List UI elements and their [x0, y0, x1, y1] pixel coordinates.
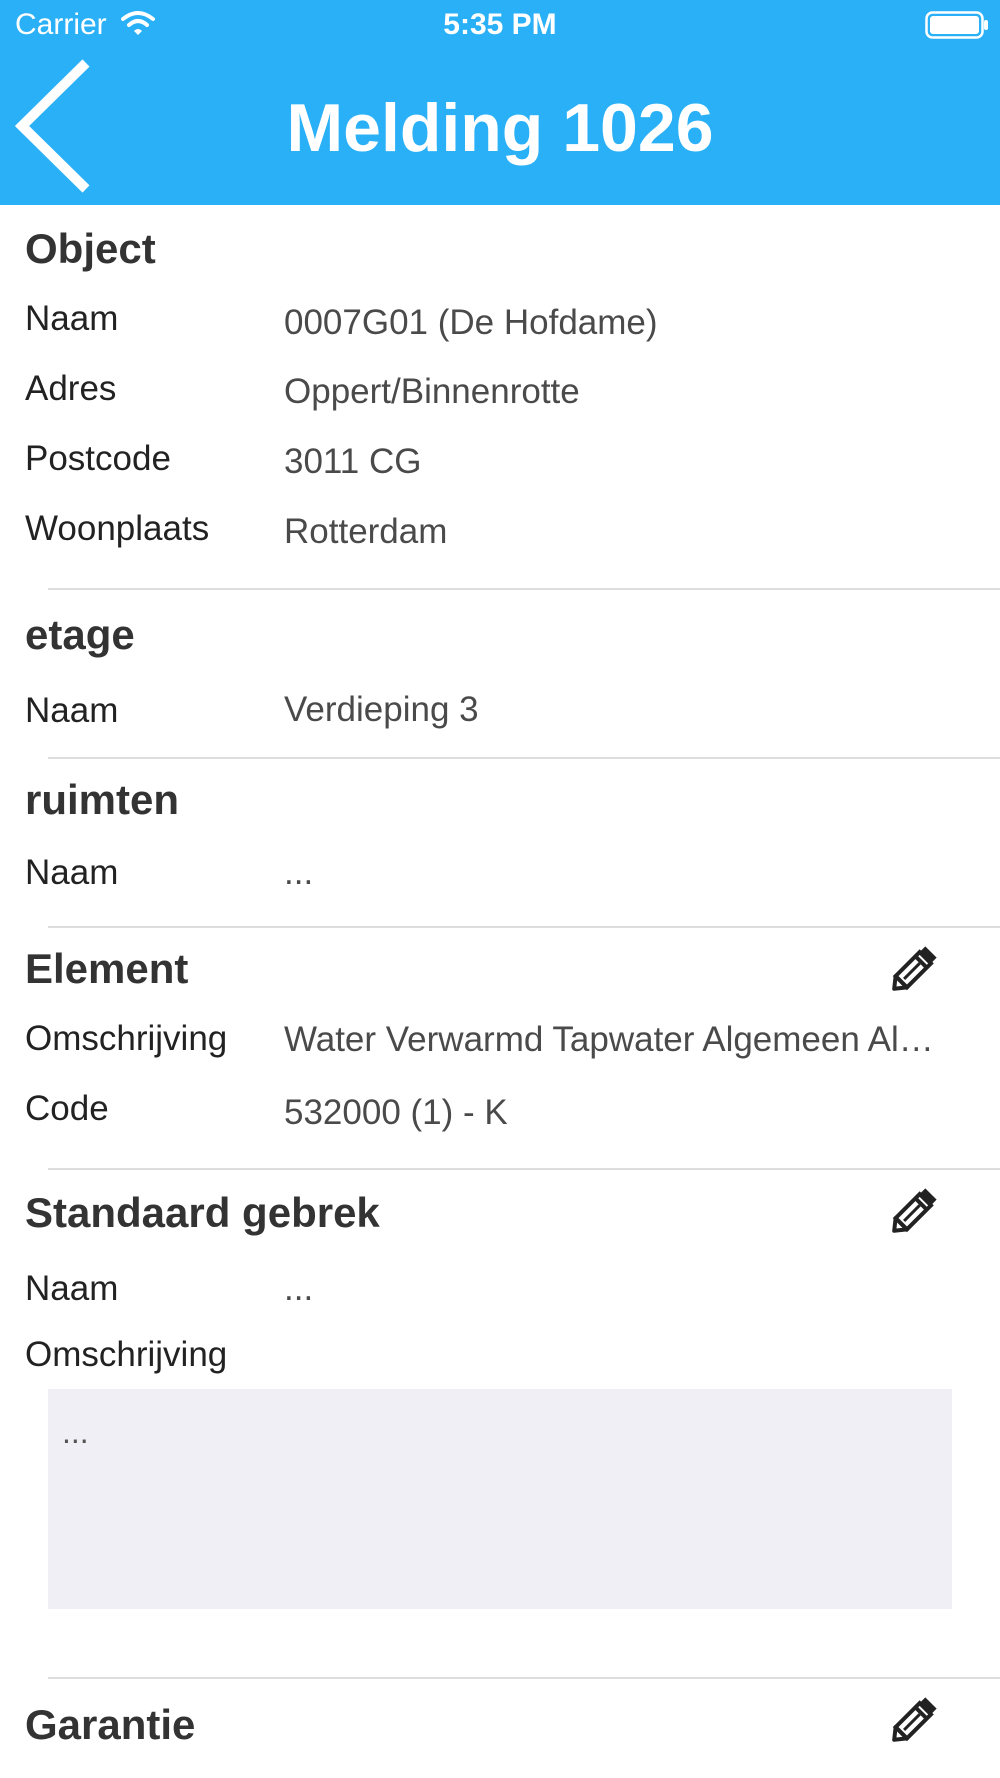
section-title-element: Element	[25, 945, 189, 992]
section-title-standaard-gebrek: Standaard gebrek	[25, 1189, 380, 1236]
battery-icon	[925, 11, 989, 39]
object-woonplaats-label: Woonplaats	[25, 509, 210, 548]
object-naam-value: 0007G01 (De Hofdame)	[284, 303, 658, 342]
ruimten-naam-label: Naam	[25, 853, 119, 892]
element-omschrijving-value: Water Verwarmd Tapwater Algemeen Al…	[284, 1020, 934, 1059]
section-title-ruimten: ruimten	[25, 776, 180, 823]
pencil-icon	[892, 946, 937, 991]
ruimten-naam-value: ...	[284, 853, 314, 892]
edit-element-button[interactable]	[884, 939, 944, 999]
object-postcode-label: Postcode	[25, 439, 171, 478]
divider	[48, 757, 1000, 759]
object-adres-label: Adres	[25, 369, 117, 408]
section-title-etage: etage	[25, 611, 135, 658]
standaard-gebrek-naam-label: Naam	[25, 1269, 119, 1308]
element-code-label: Code	[25, 1089, 109, 1128]
object-adres-value: Oppert/Binnenrotte	[284, 372, 580, 411]
omschrijving-textarea[interactable]: ...	[48, 1389, 952, 1609]
object-woonplaats-value: Rotterdam	[284, 512, 448, 551]
etage-naam-label: Naam	[25, 691, 119, 730]
etage-naam-value: Verdieping 3	[284, 690, 479, 729]
standaard-gebrek-naam-value: ...	[284, 1269, 314, 1308]
divider	[48, 588, 1000, 590]
divider	[48, 1168, 1000, 1170]
divider	[48, 926, 1000, 928]
pencil-icon	[892, 1697, 937, 1742]
object-postcode-value: 3011 CG	[284, 442, 422, 481]
object-naam-label: Naam	[25, 299, 119, 338]
edit-garantie-button[interactable]	[884, 1690, 944, 1750]
standaard-gebrek-omschrijving-label: Omschrijving	[25, 1335, 228, 1374]
status-time: 5:35 PM	[443, 8, 557, 41]
section-title-object: Object	[25, 225, 156, 272]
element-omschrijving-label: Omschrijving	[25, 1019, 228, 1058]
edit-standaard-gebrek-button[interactable]	[884, 1181, 944, 1241]
section-title-garantie: Garantie	[25, 1701, 196, 1748]
pencil-icon	[892, 1188, 937, 1233]
divider	[48, 1677, 1000, 1679]
element-code-value: 532000 (1) - K	[284, 1093, 508, 1132]
page-title: Melding 1026	[286, 90, 714, 166]
nav-bar: Carrier 5:35 PM Melding 1026	[0, 0, 1000, 205]
omschrijving-text: ...	[62, 1414, 89, 1450]
